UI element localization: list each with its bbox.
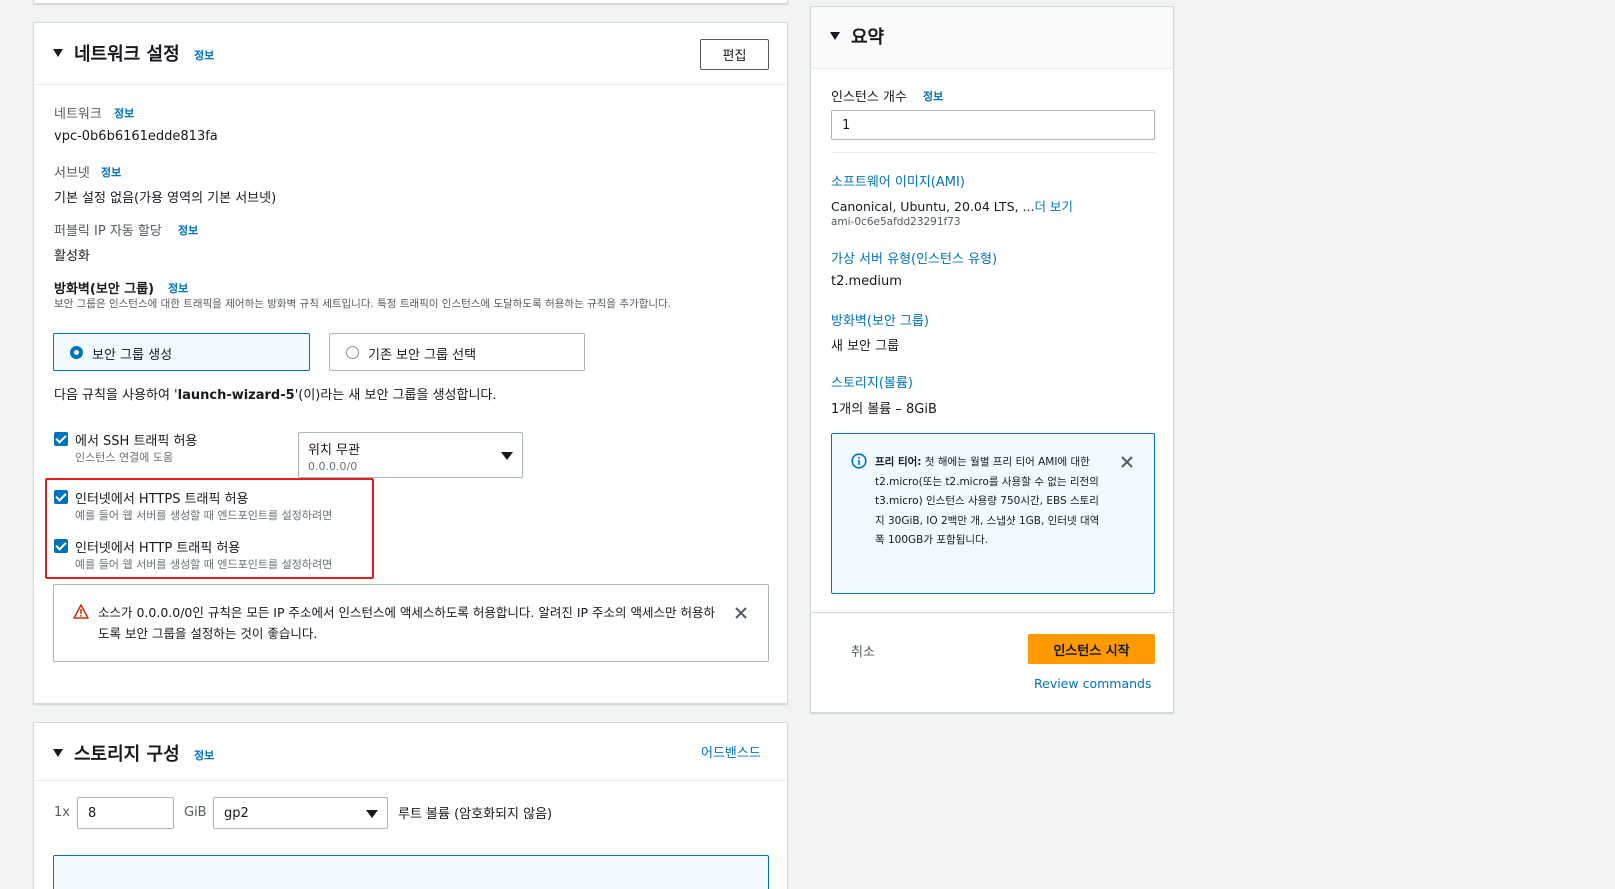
storage-title: 스토리지 구성 <box>74 744 180 765</box>
https-checkbox[interactable] <box>54 490 68 504</box>
create-option-label: 보안 그룹 생성 <box>92 348 173 363</box>
storage-link[interactable]: 스토리지(볼륨) <box>831 372 913 391</box>
https-checkbox-title: 인터넷에서 HTTPS 트래픽 허용 <box>75 492 249 507</box>
storage-info-link[interactable]: 정보 <box>194 747 214 763</box>
rule-suffix: '(이)라는 새 보안 그룹을 생성합니다. <box>294 388 497 403</box>
ami-more-link[interactable]: 더 보기 <box>1034 199 1072 214</box>
ssh-checkbox-title: 에서 SSH 트래픽 허용 <box>75 434 198 449</box>
public-ip-value: 활성화 <box>54 249 90 264</box>
subnet-value: 기본 설정 없음(가용 영역의 기본 서브넷) <box>54 191 277 206</box>
existing-radio-unselected[interactable] <box>346 346 359 359</box>
launch-instance-label: 인스턴스 시작 <box>1053 643 1130 659</box>
ssh-source-select[interactable]: 위치 무관 0.0.0.0/0 <box>298 432 523 478</box>
instance-count-input[interactable]: 1 <box>831 110 1155 140</box>
warning-icon <box>73 604 89 619</box>
https-checkbox-desc: 예를 들어 웹 서버를 생성할 때 엔드포인트를 설정하려면 <box>75 509 333 522</box>
ssh-checkbox[interactable] <box>54 432 68 446</box>
http-checkbox-desc: 예를 들어 웹 서버를 생성할 때 엔드포인트를 설정하려면 <box>75 558 333 571</box>
review-commands-link[interactable]: Review commands <box>1034 676 1151 691</box>
http-checkbox-title: 인터넷에서 HTTP 트래픽 허용 <box>75 541 241 556</box>
collapse-caret-icon[interactable] <box>53 49 63 57</box>
firewall-info-link[interactable]: 정보 <box>168 280 188 296</box>
ssh-checkbox-desc: 인스턴스 연결에 도움 <box>75 451 174 464</box>
warning-alert: 소스가 0.0.0.0/0인 규칙은 모든 IP 주소에서 인스턴스에 액세스하… <box>53 584 769 662</box>
edit-button[interactable]: 편집 <box>700 39 769 70</box>
ami-value: Canonical, Ubuntu, 20.04 LTS, ... <box>831 199 1035 214</box>
storage-size-input[interactable]: 8 <box>77 797 174 829</box>
subnet-label: 서브넷 <box>54 166 90 181</box>
free-tier-close-icon[interactable] <box>1120 455 1134 469</box>
summary-collapse-caret-icon[interactable] <box>830 32 840 40</box>
root-volume-label: 루트 볼륨 (암호화되지 않음) <box>398 807 553 822</box>
ami-id: ami-0c6e5afdd23291f73 <box>831 216 961 228</box>
previous-panel-bottom <box>33 0 788 4</box>
firewall-label: 방화벽(보안 그룹) <box>54 282 155 297</box>
ami-link[interactable]: 소프트웨어 이미지(AMI) <box>831 171 965 190</box>
http-checkbox[interactable] <box>54 539 68 553</box>
storage-unit-label: GiB <box>184 805 207 820</box>
free-tier-body: 첫 해에는 월별 프리 티어 AMI에 대한 t2.micro(또는 t2.mi… <box>875 456 1100 546</box>
subnet-info-link[interactable]: 정보 <box>101 164 121 180</box>
rule-description: 다음 규칙을 사용하여 'launch-wizard-5'(이)라는 새 보안 … <box>54 384 497 403</box>
warning-text: 소스가 0.0.0.0/0인 규칙은 모든 IP 주소에서 인스턴스에 액세스하… <box>98 605 715 641</box>
instance-type-value: t2.medium <box>831 274 902 289</box>
network-label-info-link[interactable]: 정보 <box>114 105 134 121</box>
network-settings-header: 네트워크 설정 정보 편집 <box>34 23 787 85</box>
summary-title: 요약 <box>851 27 885 48</box>
storage-next-box <box>53 855 769 889</box>
existing-security-group-tile[interactable]: 기존 보안 그룹 선택 <box>329 333 585 371</box>
summary-footer-divider <box>811 612 1175 613</box>
firewall-value: 새 보안 그룹 <box>831 339 900 354</box>
storage-count-label: 1x <box>54 805 70 820</box>
instance-type-link[interactable]: 가상 서버 유형(인스턴스 유형) <box>831 248 997 267</box>
summary-divider <box>831 152 1155 153</box>
close-icon[interactable] <box>734 606 748 620</box>
instance-count-label: 인스턴스 개수 <box>831 90 907 105</box>
rule-prefix: 다음 규칙을 사용하여 ' <box>54 388 178 403</box>
cancel-button[interactable]: 취소 <box>851 641 875 660</box>
rule-name: launch-wizard-5 <box>177 388 295 403</box>
network-settings-title: 네트워크 설정 <box>74 44 180 65</box>
free-tier-alert: 프리 티어: 첫 해에는 월별 프리 티어 AMI에 대한 t2.micro(또… <box>831 433 1155 594</box>
free-tier-bold: 프리 티어: <box>875 456 922 468</box>
storage-value: 1개의 볼륨 – 8GiB <box>831 402 937 417</box>
storage-collapse-caret-icon[interactable] <box>53 749 63 757</box>
ssh-source-value: 위치 무관 <box>308 443 360 458</box>
summary-header: 요약 <box>811 7 1173 69</box>
create-security-group-tile[interactable]: 보안 그룹 생성 <box>53 333 310 371</box>
storage-panel: 스토리지 구성 정보 어드밴스드 1x 8 GiB gp2 루트 볼륨 (암호화… <box>33 722 788 889</box>
advanced-link[interactable]: 어드밴스드 <box>701 742 761 761</box>
summary-panel: 요약 인스턴스 개수 정보 1 소프트웨어 이미지(AMI) Canonical… <box>810 6 1175 713</box>
chevron-down-icon[interactable] <box>501 452 513 460</box>
public-ip-info-link[interactable]: 정보 <box>178 222 198 238</box>
firewall-description: 보안 그룹은 인스턴스에 대한 트래픽을 제어하는 방화벽 규칙 세트입니다. … <box>54 298 672 310</box>
ssh-source-sub: 0.0.0.0/0 <box>308 460 358 473</box>
volume-type-select[interactable]: gp2 <box>213 797 388 829</box>
launch-instance-button[interactable]: 인스턴스 시작 <box>1028 634 1155 664</box>
create-radio-selected[interactable] <box>70 346 83 359</box>
free-tier-text: 프리 티어: 첫 해에는 월별 프리 티어 AMI에 대한 t2.micro(또… <box>875 453 1103 551</box>
public-ip-label: 퍼블릭 IP 자동 할당 <box>54 224 162 239</box>
existing-option-label: 기존 보안 그룹 선택 <box>368 348 477 363</box>
network-info-link[interactable]: 정보 <box>194 47 214 63</box>
instance-count-info-link[interactable]: 정보 <box>923 88 943 104</box>
network-label: 네트워크 <box>54 107 102 122</box>
network-settings-panel: 네트워크 설정 정보 편집 네트워크 정보 vpc-0b6b6161edde81… <box>33 22 788 704</box>
volume-type-chevron-down-icon[interactable] <box>366 810 378 818</box>
volume-type-value: gp2 <box>224 805 249 821</box>
network-value: vpc-0b6b6161edde813fa <box>54 129 218 144</box>
info-icon <box>851 453 867 469</box>
ami-value-row: Canonical, Ubuntu, 20.04 LTS, ...더 보기 <box>831 196 1073 215</box>
firewall-link[interactable]: 방화벽(보안 그룹) <box>831 310 929 329</box>
storage-header: 스토리지 구성 정보 어드밴스드 <box>34 723 787 781</box>
